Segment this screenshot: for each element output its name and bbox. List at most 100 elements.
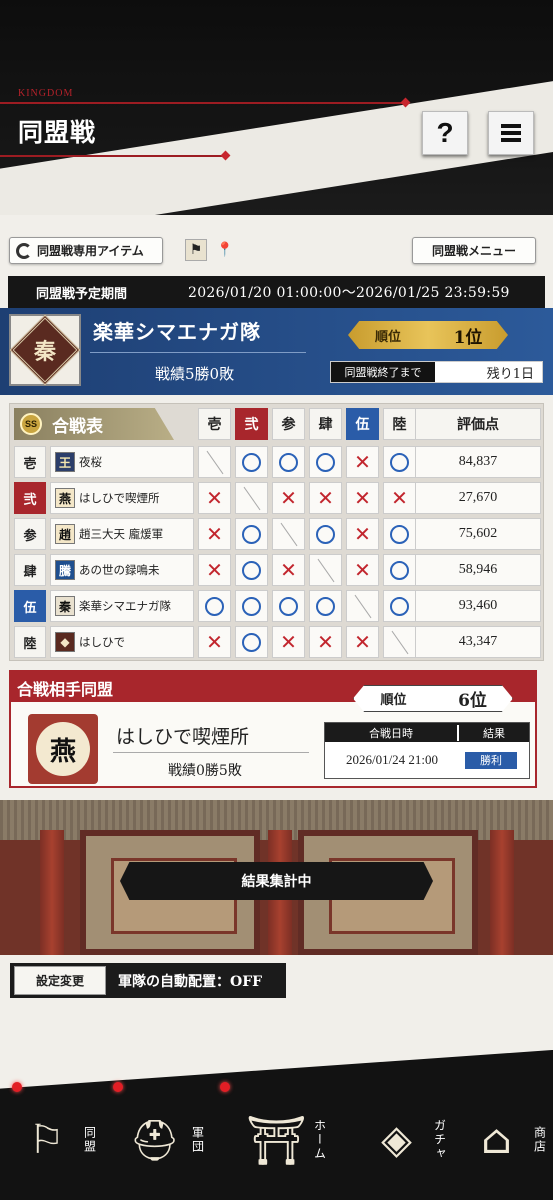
settings-change-button[interactable]: 設定変更 [14, 966, 106, 995]
result-cell: ✕ [198, 626, 231, 658]
row-header: 弐 [14, 482, 46, 514]
result-cell: ✕ [198, 554, 231, 586]
battle-date: 2026/01/24 21:00 [345, 752, 439, 767]
self-slash-icon [280, 522, 297, 546]
column-header-3: 参 [272, 408, 305, 440]
loss-cross-icon: ✕ [317, 486, 334, 510]
nav-shop-label: 商店 [532, 1126, 547, 1154]
table-row[interactable]: 参趙趙三大天 龐煖軍 ✕ ✕ 75,602 [14, 518, 541, 550]
score-header: 評価点 [415, 408, 541, 440]
result-cell [235, 446, 268, 478]
table-row[interactable]: 弐燕はしひで喫煙所 ✕ ✕ ✕ ✕ ✕ 27,670 [14, 482, 541, 514]
column-header-6: 陸 [383, 408, 416, 440]
loss-cross-icon: ✕ [206, 558, 223, 582]
result-cell [235, 554, 268, 586]
column-header-4: 肆 [309, 408, 342, 440]
result-cell [235, 518, 268, 550]
result-cell [235, 482, 268, 514]
opponent-crest: 燕 [28, 714, 98, 784]
table-row[interactable]: 伍秦楽華シマエナガ隊 93,460 [14, 590, 541, 622]
table-row[interactable]: 陸 ◆ はしひで ✕ ✕ ✕ ✕ 43,347 [14, 626, 541, 658]
loss-cross-icon: ✕ [317, 630, 334, 654]
shop-icon: ⌂ [481, 1117, 512, 1163]
result-cell: ✕ [383, 482, 416, 514]
win-circle-icon [205, 596, 224, 616]
win-circle-icon [242, 524, 261, 544]
result-cell [198, 446, 231, 478]
pin-icon[interactable]: 📍 [214, 239, 236, 261]
result-cell [272, 518, 305, 550]
notification-dot [220, 1082, 230, 1092]
nav-alliance[interactable]: ⚐ 同盟 [10, 1085, 100, 1195]
loss-cross-icon: ✕ [280, 486, 297, 510]
alliance-cell: 燕はしひで喫煙所 [50, 482, 194, 514]
alliance-badge-icon: 秦 [55, 596, 75, 616]
remaining-label: 同盟戦終了まで [331, 362, 435, 382]
question-icon: ? [436, 117, 454, 148]
opponent-name: はしひで喫煙所 [116, 726, 250, 748]
opponent-divider [113, 752, 309, 753]
alliance-cell-name: はしひで [79, 635, 125, 649]
table-row[interactable]: 壱王夜桜 ✕ 84,837 [14, 446, 541, 478]
result-cell [235, 590, 268, 622]
score-cell: 93,460 [415, 590, 541, 622]
opponent-panel[interactable]: 合戦相手同盟 順位 6位 燕 はしひで喫煙所 戦績0勝5敗 合戦日時 結果 20… [9, 670, 537, 788]
nav-shop[interactable]: ⌂ 商店 [460, 1085, 550, 1195]
result-cell: ✕ [346, 446, 379, 478]
result-cell [309, 554, 342, 586]
result-cell [383, 554, 416, 586]
score-cell: 75,602 [415, 518, 541, 550]
opponent-record: 戦績0勝5敗 [168, 763, 242, 779]
notification-dot [113, 1082, 123, 1092]
alliance-rank: 順位 1位 [348, 321, 508, 349]
nav-home[interactable]: ⛩ ホーム [230, 1085, 340, 1195]
help-button[interactable]: ? [422, 111, 468, 155]
opponent-crest-char: 燕 [36, 722, 90, 776]
self-slash-icon [391, 630, 408, 654]
alliance-cell: 王夜桜 [50, 446, 194, 478]
ss-rank-icon: SS [20, 413, 42, 435]
score-cell: 58,946 [415, 554, 541, 586]
alliance-badge-icon: ◆ [55, 632, 75, 652]
column-header-2: 弐 [235, 408, 268, 440]
nav-gacha[interactable]: ◈ ガチャ [360, 1085, 450, 1195]
win-circle-icon [316, 452, 335, 472]
loss-cross-icon: ✕ [354, 558, 371, 582]
auto-deploy-bar: 設定変更 軍隊の自動配置：OFF [10, 963, 286, 998]
column-header-1: 壱 [198, 408, 231, 440]
table-row[interactable]: 肆騰あの世の録鳴未 ✕ ✕ ✕ 58,946 [14, 554, 541, 586]
alliance-cell: 騰あの世の録鳴未 [50, 554, 194, 586]
result-cell [383, 446, 416, 478]
row-header: 壱 [14, 446, 46, 478]
menu-button[interactable] [488, 111, 534, 155]
row-header: 肆 [14, 554, 46, 586]
alliance-menu-button[interactable]: 同盟戦メニュー [412, 237, 536, 264]
row-header: 陸 [14, 626, 46, 658]
nav-corps[interactable]: ⛑ 軍団 [118, 1085, 208, 1195]
brand-label: KINGDOM [18, 88, 74, 99]
row-header: 伍 [14, 590, 46, 622]
hamburger-icon [501, 121, 521, 145]
battle-result-header: 結果 [483, 726, 505, 740]
battle-result-table: 合戦日時 結果 2026/01/24 21:00 勝利 [324, 722, 530, 779]
result-cell [272, 590, 305, 622]
battle-table: 合戦表 SS 壱弐参肆伍陸 評価点 壱王夜桜 ✕ 84,837 弐燕はしひで喫煙所 ✕ ✕… [9, 403, 544, 661]
loss-cross-icon: ✕ [354, 486, 371, 510]
notification-dot [12, 1082, 22, 1092]
remaining-value: 残り1日 [435, 362, 542, 382]
result-cell: ✕ [198, 518, 231, 550]
win-circle-icon [390, 524, 409, 544]
rank-value: 1位 [453, 327, 483, 348]
alliance-items-button[interactable]: 同盟戦専用アイテム [9, 237, 163, 264]
auto-deploy-status: 軍隊の自動配置：OFF [118, 973, 263, 990]
column-header-5: 伍 [346, 408, 379, 440]
self-slash-icon [317, 558, 334, 582]
result-cell [272, 446, 305, 478]
alliance-name: 楽華シマエナガ隊 [93, 320, 261, 344]
loss-cross-icon: ✕ [354, 630, 371, 654]
result-cell [309, 590, 342, 622]
remaining-time: 同盟戦終了まで 残り1日 [330, 361, 543, 383]
result-cell [346, 590, 379, 622]
checkered-flag-icon[interactable]: ⚑ [185, 239, 207, 261]
flag-icon: ⚐ [28, 1117, 65, 1163]
